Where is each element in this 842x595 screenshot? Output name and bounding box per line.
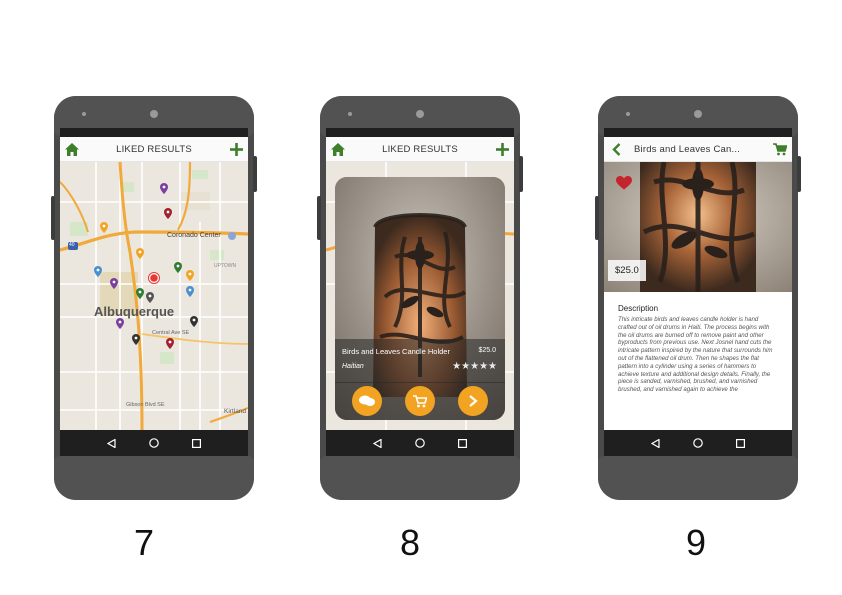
map-street-label-2: Gibson Blvd SE — [126, 402, 165, 408]
chat-button[interactable] — [352, 386, 383, 416]
recents-nav-icon[interactable] — [192, 438, 202, 448]
map-place-label: Kirtland — [224, 408, 247, 415]
product-origin: Haitian — [342, 363, 364, 370]
phone-frame-3: Birds and Leaves Can... $25.0 Descriptio… — [595, 96, 801, 500]
like-button[interactable] — [616, 176, 632, 195]
volume-button — [51, 196, 55, 240]
map-city-label: Albuquerque — [94, 304, 175, 319]
price-badge: $25.0 — [608, 260, 646, 281]
card-actions — [335, 382, 505, 420]
phone-bottom — [598, 456, 798, 500]
product-price: $25.0 — [478, 347, 496, 354]
map-poi-label: Coronado Center — [167, 232, 221, 239]
map-street-label-1: Central Ave SE — [152, 330, 190, 336]
home-nav-icon[interactable] — [415, 438, 425, 448]
add-button[interactable] — [224, 137, 248, 162]
plus-icon — [495, 142, 509, 156]
screen-map: LIKED RESULTS 40 Coronado Center UPTOWN … — [60, 128, 248, 456]
back-nav-icon[interactable] — [372, 438, 382, 448]
front-speaker — [694, 110, 702, 118]
status-bar — [326, 128, 514, 137]
card-info: Birds and Leaves Candle Holder $25.0 Hai… — [335, 339, 505, 383]
front-sensor — [626, 112, 630, 116]
map-canvas — [60, 162, 248, 430]
screen-title: Birds and Leaves Can... — [634, 143, 740, 155]
power-button — [253, 156, 257, 192]
step-number-7: 7 — [134, 522, 155, 563]
screen-title: LIKED RESULTS — [382, 143, 458, 155]
app-bar: LIKED RESULTS — [326, 137, 514, 162]
home-nav-icon[interactable] — [693, 438, 703, 448]
front-speaker — [416, 110, 424, 118]
power-button — [519, 156, 523, 192]
system-nav-bar — [60, 430, 248, 456]
power-button — [797, 156, 801, 192]
back-button[interactable] — [604, 137, 628, 162]
add-to-cart-button[interactable] — [404, 386, 435, 416]
description-heading: Description — [618, 304, 659, 313]
step-number-9: 9 — [686, 522, 707, 563]
next-button[interactable] — [457, 386, 488, 416]
rating-stars: ★★★★★ — [452, 361, 497, 372]
description-text: This intricate birds and leaves candle h… — [618, 316, 773, 394]
app-bar: LIKED RESULTS — [60, 137, 248, 162]
front-sensor — [82, 112, 86, 116]
volume-button — [595, 196, 599, 240]
back-nav-icon[interactable] — [650, 438, 660, 448]
screen-card: LIKED RESULTS Birds and Leaves Candle Ho… — [326, 128, 514, 456]
phone-bottom — [320, 456, 520, 500]
back-nav-icon[interactable] — [106, 438, 116, 448]
chevron-left-icon — [611, 142, 620, 156]
recents-nav-icon[interactable] — [458, 438, 468, 448]
phone-frame-1: LIKED RESULTS 40 Coronado Center UPTOWN … — [51, 96, 257, 500]
cart-icon — [412, 394, 427, 407]
cart-icon — [773, 142, 787, 155]
add-button[interactable] — [490, 137, 514, 162]
screen-title: LIKED RESULTS — [116, 143, 192, 155]
chevron-right-icon — [468, 395, 478, 407]
map-view[interactable]: 40 Coronado Center UPTOWN Albuquerque Ce… — [60, 162, 248, 430]
app-bar: Birds and Leaves Can... — [604, 137, 792, 162]
heart-icon — [616, 176, 632, 190]
plus-icon — [229, 142, 243, 156]
front-speaker — [150, 110, 158, 118]
home-nav-icon[interactable] — [149, 438, 159, 448]
home-icon — [65, 142, 79, 156]
map-district-label: UPTOWN — [214, 263, 237, 269]
description-section: Description This intricate birds and lea… — [604, 292, 792, 430]
recents-nav-icon[interactable] — [736, 438, 746, 448]
chat-icon — [359, 395, 376, 406]
phone-frame-2: LIKED RESULTS Birds and Leaves Candle Ho… — [317, 96, 523, 500]
volume-button — [317, 196, 321, 240]
map-highway-label: 40 — [69, 242, 75, 248]
home-button[interactable] — [60, 137, 84, 162]
home-button[interactable] — [326, 137, 350, 162]
status-bar — [604, 128, 792, 137]
cart-button[interactable] — [768, 137, 792, 162]
system-nav-bar — [326, 430, 514, 456]
phone-bottom — [54, 456, 254, 500]
system-nav-bar — [604, 430, 792, 456]
step-number-8: 8 — [400, 522, 421, 563]
screen-detail: Birds and Leaves Can... $25.0 Descriptio… — [604, 128, 792, 456]
home-icon — [331, 142, 345, 156]
product-name: Birds and Leaves Candle Holder — [342, 347, 450, 356]
product-card[interactable]: Birds and Leaves Candle Holder $25.0 Hai… — [335, 177, 505, 420]
front-sensor — [348, 112, 352, 116]
status-bar — [60, 128, 248, 137]
